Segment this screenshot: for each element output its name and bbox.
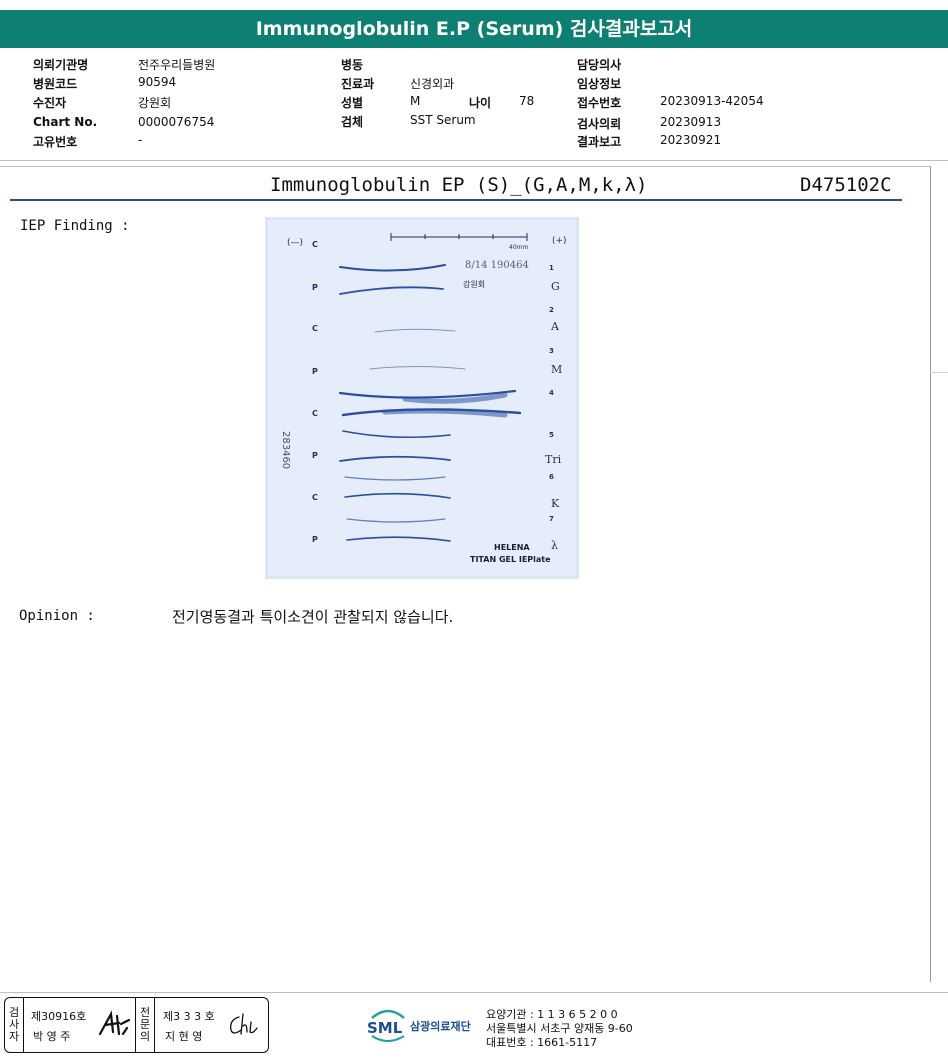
test-name: Immunoglobulin EP (S)_(G,A,M,k,λ) [270,174,648,196]
gel-date: 8/14 190464 [465,260,529,271]
gel-lane-number: 2 [549,306,554,314]
value-request-date: 20230913 [660,115,722,129]
test-underline [10,199,902,201]
gel-left-label: C [312,324,318,333]
label-hospital-code: 병원코드 [33,77,78,91]
gel-left-label: C [312,240,318,249]
report-title: Immunoglobulin E.P (Serum) 검사결과보고서 [255,18,693,40]
gel-lane-number: 4 [549,389,554,397]
label-unique-no: 고유번호 [33,135,78,149]
label-doctor: 담당의사 [577,58,622,72]
value-department: 신경외과 [410,77,455,91]
gel-lane-number: 1 [549,264,554,272]
gel-antiserum-label: M [551,363,562,376]
gel-lane-number: 3 [549,347,554,355]
report-title-bar: Immunoglobulin E.P (Serum) 검사결과보고서 [0,10,948,48]
opinion-text: 전기영동결과 특이소견이 관찰되지 않습니다. [172,608,454,626]
value-report-date: 20230921 [660,133,722,147]
gel-antiserum-label: G [551,280,560,293]
electrophoresis-gel-image: (—) (+) 40mm 8/14 190464 강원회 C P C P C P… [265,217,579,579]
value-receipt-no: 20230913-42054 [660,94,764,108]
label-age: 나이 [469,96,492,110]
gel-antiserum-label: λ [551,539,558,552]
inspector-license: 제30916호 [31,1010,87,1023]
doctor-license: 제3 3 3 호 [163,1010,215,1023]
doctor-role: 전 문 의 [135,998,155,1052]
gel-brand-product: TITAN GEL IEPlate [470,555,551,564]
label-department: 진료과 [341,77,375,91]
inspector-role-char: 자 [8,1030,20,1043]
gel-side-number: 283460 [280,431,291,469]
doctor-role-char: 의 [139,1030,151,1043]
gel-left-label: C [312,493,318,502]
gel-lane-number: 5 [549,431,554,439]
test-code: D475102C [800,174,892,196]
signature-box: 검 사 자 제30916호 박 영 주 전 문 의 제3 3 3 호 지 현 영 [4,997,269,1053]
header-divider [0,160,948,161]
gel-brand: HELENA [494,543,530,552]
org-phone: 대표번호 : 1661-5117 [486,1036,598,1049]
value-chart-no: 0000076754 [138,115,215,129]
value-patient: 강원회 [138,96,172,110]
logo-text: SML [367,1019,403,1037]
gel-left-label: P [312,283,318,292]
label-patient: 수진자 [33,96,67,110]
label-receipt-no: 접수번호 [577,96,622,110]
report-footer: 검 사 자 제30916호 박 영 주 전 문 의 제3 3 3 호 지 현 영… [0,996,948,1056]
gel-left-label: P [312,451,318,460]
gel-left-label: P [312,367,318,376]
footer-divider [0,992,948,993]
gel-antiserum-label: K [551,497,560,510]
label-sex: 성별 [341,96,364,110]
doctor-signature [230,1013,258,1035]
doctor-name: 지 현 영 [165,1030,203,1043]
value-hospital-code: 90594 [138,75,177,89]
logo-arc-top [371,1009,405,1019]
gel-scale-label: 40mm [509,244,528,251]
label-ward: 병동 [341,58,364,72]
gel-antiserum-label: A [550,320,560,333]
inspector-name: 박 영 주 [33,1030,71,1043]
gel-antiserum-label: Tri [545,453,562,466]
gel-lane-number: 6 [549,473,554,481]
value-sex: M [410,94,421,108]
patient-info: 의뢰기관명 전주우리들병원 병원코드 90594 수진자 강원회 Chart N… [0,52,948,158]
label-request-date: 검사의뢰 [577,117,622,131]
gel-left-label: C [312,409,318,418]
inspector-role: 검 사 자 [5,998,24,1052]
sml-logo-icon: SML [367,1009,405,1042]
label-institution: 의뢰기관명 [33,58,89,72]
label-chart-no: Chart No. [33,115,98,129]
gel-plus-sign: (+) [552,236,567,246]
label-clinical-info: 임상정보 [577,77,622,91]
value-age: 78 [519,94,535,108]
label-report-date: 결과보고 [577,135,622,149]
org-name: 삼광의료재단 [410,1020,471,1033]
gel-lane-number: 7 [549,515,554,523]
gel-patient-name: 강원회 [463,279,485,289]
gel-minus-sign: (—) [287,238,303,248]
value-specimen: SST Serum [410,113,476,127]
scroll-mark [930,372,948,373]
iep-finding-label: IEP Finding : [20,218,130,234]
inspector-signature [98,1010,131,1036]
label-specimen: 검체 [341,115,364,129]
gel-left-label: P [312,535,318,544]
value-institution: 전주우리들병원 [138,58,216,72]
opinion-label: Opinion : [19,608,95,624]
value-unique-no: - [138,133,143,147]
